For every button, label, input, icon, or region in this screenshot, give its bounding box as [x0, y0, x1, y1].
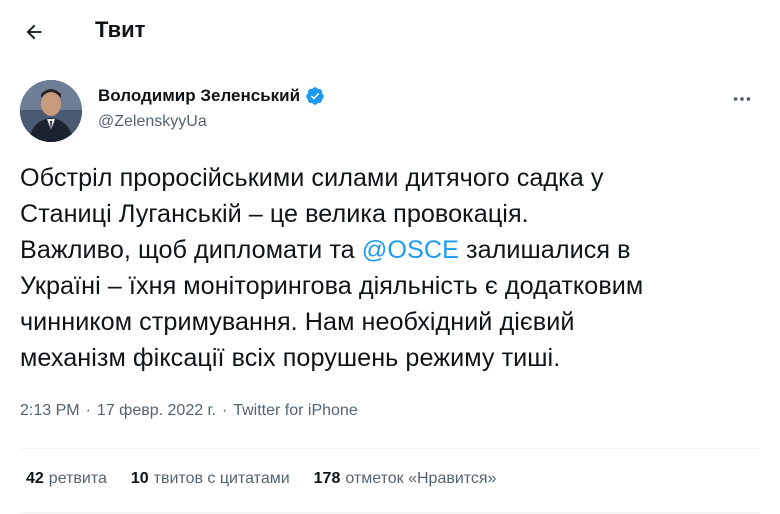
page-title: Твит [95, 17, 146, 42]
likes-stat[interactable]: 178 отметок «Нравится» [314, 470, 497, 488]
tweet-header: Твит [0, 0, 780, 64]
meta-separator: · [221, 402, 228, 419]
tweet-source[interactable]: Twitter for iPhone [233, 402, 358, 420]
tweet-metadata: 2:13 PM · 17 февр. 2022 г. · Twitter for… [20, 402, 358, 420]
retweets-stat[interactable]: 42 ретвита [26, 470, 107, 488]
tweet-text: Обстріл проросійськими силами дитячого с… [20, 160, 760, 376]
author-name-row: Володимир Зеленський [98, 86, 325, 106]
quotes-count: 10 [130, 470, 149, 487]
avatar-image [20, 80, 82, 142]
divider [20, 448, 760, 449]
avatar[interactable] [20, 80, 82, 142]
quotes-label: твитов с цитатами [153, 470, 290, 487]
tweet-author-row: Володимир Зеленський @ZelenskyyUa [20, 76, 760, 146]
verified-badge-icon [306, 87, 324, 105]
arrow-left-icon [26, 24, 42, 40]
author-handle[interactable]: @ZelenskyyUa [98, 113, 207, 131]
divider [20, 512, 760, 513]
more-options-button[interactable] [724, 84, 760, 114]
retweets-count: 42 [26, 470, 44, 487]
mention-link[interactable]: @OSCE [362, 236, 459, 264]
more-horizontal-icon [733, 97, 751, 101]
meta-separator: · [85, 402, 91, 419]
tweet-stats: 42 ретвита 10 твитов с цитатами 178 отме… [26, 470, 521, 488]
tweet-date[interactable]: 17 февр. 2022 г. [97, 402, 216, 420]
author-display-name[interactable]: Володимир Зеленський [98, 86, 300, 106]
quotes-stat[interactable]: 10 твитов с цитатами [131, 470, 290, 488]
likes-label: отметок «Нравится» [345, 470, 497, 487]
likes-count: 178 [313, 470, 341, 487]
retweets-label: ретвита [48, 470, 107, 487]
tweet-time[interactable]: 2:13 PM [20, 402, 80, 420]
back-button[interactable] [14, 14, 54, 50]
